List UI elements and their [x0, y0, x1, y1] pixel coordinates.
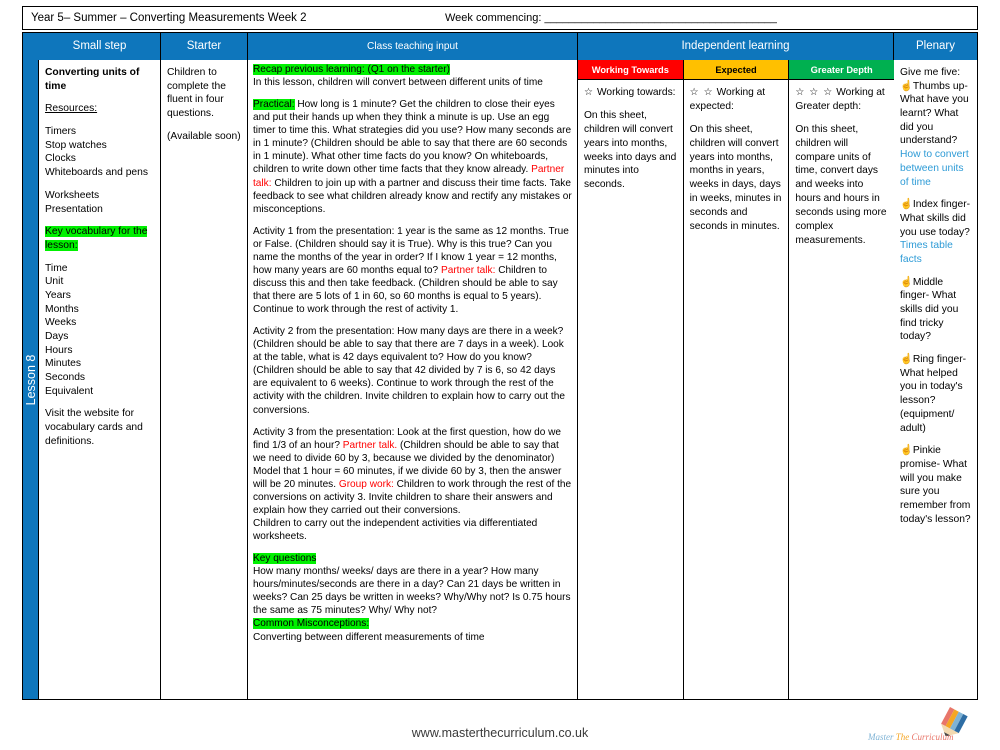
recap-label: Recap previous learning: (Q1 on the star…	[253, 64, 450, 75]
week-commencing-field: Week commencing: _______________________…	[445, 12, 777, 24]
cell-plenary: Give me five: ☝Thumbs up- What have you …	[894, 60, 977, 699]
common-misconceptions-label: Common Misconceptions:	[253, 618, 370, 630]
group-header-greater-depth: Greater Depth	[789, 60, 895, 80]
group-greater-depth: Greater Depth ☆ ☆ ☆ Working at Greater d…	[789, 60, 895, 699]
group-description-expected: On this sheet, children will convert yea…	[689, 123, 782, 232]
group-working-towards: Working Towards ☆ Working towards: On th…	[578, 60, 684, 699]
logo-word-the: The	[895, 732, 910, 742]
hand-icon: ☝	[900, 276, 913, 288]
page-title: Year 5– Summer – Converting Measurements…	[31, 12, 307, 24]
group-body-expected: ☆ ☆ Working at expected: On this sheet, …	[684, 80, 789, 249]
activity3-text-d: Children to carry out the independent ac…	[253, 518, 538, 543]
practical-text-2: Children to join up with a partner and d…	[253, 177, 572, 215]
partner-talk-label-2: Partner talk:	[440, 264, 496, 276]
small-step-heading: Converting units of time	[45, 67, 140, 92]
star-rating-working-towards: ☆	[584, 87, 595, 98]
vocabulary-list: Time Unit Years Months Weeks Days Hours …	[45, 262, 94, 397]
group-work-label: Group work:	[338, 478, 394, 490]
plenary-prompt-4: Ring finger- What helped you in today's …	[900, 354, 967, 434]
resources-list-secondary: Worksheets Presentation	[45, 189, 103, 215]
group-subtitle-working-towards: Working towards:	[596, 87, 676, 98]
plenary-intro: Give me five:	[900, 67, 961, 78]
common-misconceptions-text: Converting between different measurement…	[253, 631, 485, 643]
cell-starter: Children to complete the fluent in four …	[161, 60, 248, 699]
practical-label: Practical:	[253, 99, 295, 111]
column-header-class-teaching-input: Class teaching input	[248, 33, 578, 60]
logo-word-curriculum: Curriculum	[911, 732, 954, 742]
star-rating-expected: ☆ ☆	[689, 87, 714, 98]
group-description-working-towards: On this sheet, children will convert yea…	[584, 109, 677, 191]
group-header-working-towards: Working Towards	[578, 60, 683, 80]
partner-talk-label-3: Partner talk.	[342, 439, 398, 451]
header-spine	[23, 33, 39, 60]
plenary-answer-1: How to convert between units of time	[900, 149, 969, 188]
website-url: www.masterthecurriculum.co.uk	[411, 726, 589, 740]
lesson-plan-table: Small step Starter Class teaching input …	[22, 32, 978, 700]
hand-icon: ☝	[900, 199, 913, 211]
website-note: Visit the website for vocabulary cards a…	[45, 408, 143, 447]
plenary-prompt-5: Pinkie promise- What will you make sure …	[900, 445, 971, 525]
starter-note: (Available soon)	[167, 130, 241, 142]
key-vocabulary-label: Key vocabulary for the lesson:	[45, 226, 148, 251]
group-header-expected: Expected	[683, 60, 789, 80]
hand-icon: ☝	[900, 80, 913, 92]
logo-word-master: Master	[868, 732, 894, 742]
column-header-starter: Starter	[161, 33, 248, 60]
plenary-answer-2: Times table facts	[900, 240, 953, 265]
cell-class-teaching-input: Recap previous learning: (Q1 on the star…	[248, 60, 578, 699]
cell-independent-learning: Working Towards ☆ Working towards: On th…	[578, 60, 895, 699]
star-rating-greater-depth: ☆ ☆ ☆	[795, 87, 834, 98]
column-header-independent-learning: Independent learning	[578, 33, 894, 60]
lesson-plan-page: Year 5– Summer – Converting Measurements…	[0, 0, 1000, 750]
key-questions-text: How many months/ weeks/ days are there i…	[253, 566, 571, 617]
table-body-row: Lesson 8 Converting units of time Resour…	[23, 60, 977, 699]
resources-list: Timers Stop watches Clocks Whiteboards a…	[45, 126, 149, 179]
group-description-greater-depth: On this sheet, children will compare uni…	[795, 123, 887, 246]
lesson-number-label: Lesson 8	[23, 354, 38, 405]
cell-small-step: Converting units of time Resources: Time…	[39, 60, 161, 699]
document-title-bar: Year 5– Summer – Converting Measurements…	[22, 6, 978, 30]
starter-text: Children to complete the fluent in four …	[167, 67, 226, 120]
column-header-small-step: Small step	[39, 33, 161, 60]
group-body-working-towards: ☆ Working towards: On this sheet, childr…	[578, 80, 683, 207]
logo-wordmark: Master The Curriculum	[868, 732, 954, 742]
activity2-text: Activity 2 from the presentation: How ma…	[253, 326, 565, 416]
resources-label: Resources:	[45, 103, 98, 115]
group-body-greater-depth: ☆ ☆ ☆ Working at Greater depth: On this …	[789, 80, 894, 263]
column-header-plenary: Plenary	[916, 40, 955, 53]
hand-icon: ☝	[900, 354, 913, 366]
key-questions-label: Key questions	[253, 553, 317, 565]
recap-text: In this lesson, children will convert be…	[253, 77, 543, 89]
master-the-curriculum-logo: Master The Curriculum	[866, 706, 996, 748]
group-expected: Expected ☆ ☆ Working at expected: On thi…	[683, 60, 790, 699]
lesson-number-tab: Lesson 8	[23, 60, 39, 699]
practical-text-1: How long is 1 minute? Get the children t…	[253, 99, 572, 176]
table-header-row: Small step Starter Class teaching input …	[23, 33, 977, 60]
hand-icon: ☝	[900, 445, 913, 457]
